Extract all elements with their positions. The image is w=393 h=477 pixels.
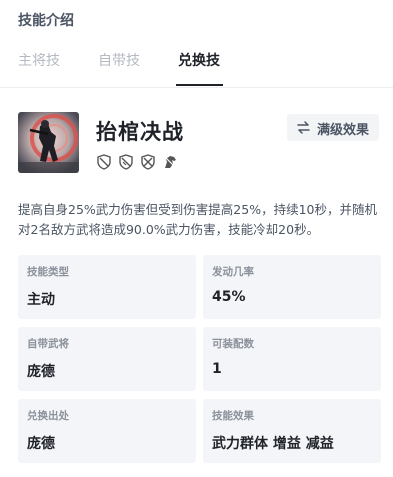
info-key: 自带武将 xyxy=(27,338,69,350)
skill-description: 提高自身25%武力伤害但受到伤害提高25%，持续10秒，并随机对2名敌方武将造成… xyxy=(18,202,377,237)
info-card-trigger-rate: 发动几率 45% xyxy=(203,255,381,319)
info-card-skill-effect: 技能效果 武力群体 增益 减益 xyxy=(203,399,381,463)
skill-header: 抬棺决战 满级效果 xyxy=(18,112,379,176)
active-tab-indicator xyxy=(176,84,223,86)
shield-cross-icon xyxy=(140,154,156,170)
info-card-equip-count: 可装配数 1 xyxy=(203,327,381,391)
info-value: 主动 xyxy=(27,292,55,308)
info-card-exchange-source: 兑换出处 庞德 xyxy=(18,399,196,463)
info-card-skill-type: 技能类型 主动 xyxy=(18,255,196,319)
info-key: 可装配数 xyxy=(212,338,254,350)
info-key: 技能类型 xyxy=(27,266,69,278)
shield-slash-icon xyxy=(96,154,112,170)
info-value: 庞德 xyxy=(27,364,55,380)
tab-exchange-skill[interactable]: 兑换技 xyxy=(178,50,220,70)
skill-name: 抬棺决战 xyxy=(96,120,184,144)
info-card-own-general: 自带武将 庞德 xyxy=(18,327,196,391)
horse-icon xyxy=(162,154,178,170)
info-value: 武力群体 增益 减益 xyxy=(212,436,334,452)
info-value: 1 xyxy=(212,361,222,377)
divider xyxy=(0,87,393,88)
max-level-effect-label: 满级效果 xyxy=(317,123,370,138)
swap-arrows-icon xyxy=(296,120,311,135)
info-key: 发动几率 xyxy=(212,266,254,278)
info-value: 庞德 xyxy=(27,436,55,452)
info-key: 技能效果 xyxy=(212,410,254,422)
warrior-portrait-image xyxy=(18,112,79,173)
info-key: 兑换出处 xyxy=(27,410,69,422)
section-title: 技能介绍 xyxy=(18,13,74,29)
tab-own-skill[interactable]: 自带技 xyxy=(98,50,140,70)
tab-bar: 主将技 自带技 兑换技 xyxy=(0,46,393,88)
tab-main-skill[interactable]: 主将技 xyxy=(18,50,60,70)
max-level-effect-button[interactable]: 满级效果 xyxy=(287,114,379,141)
shield-slash-icon xyxy=(118,154,134,170)
info-value: 45% xyxy=(212,289,246,305)
